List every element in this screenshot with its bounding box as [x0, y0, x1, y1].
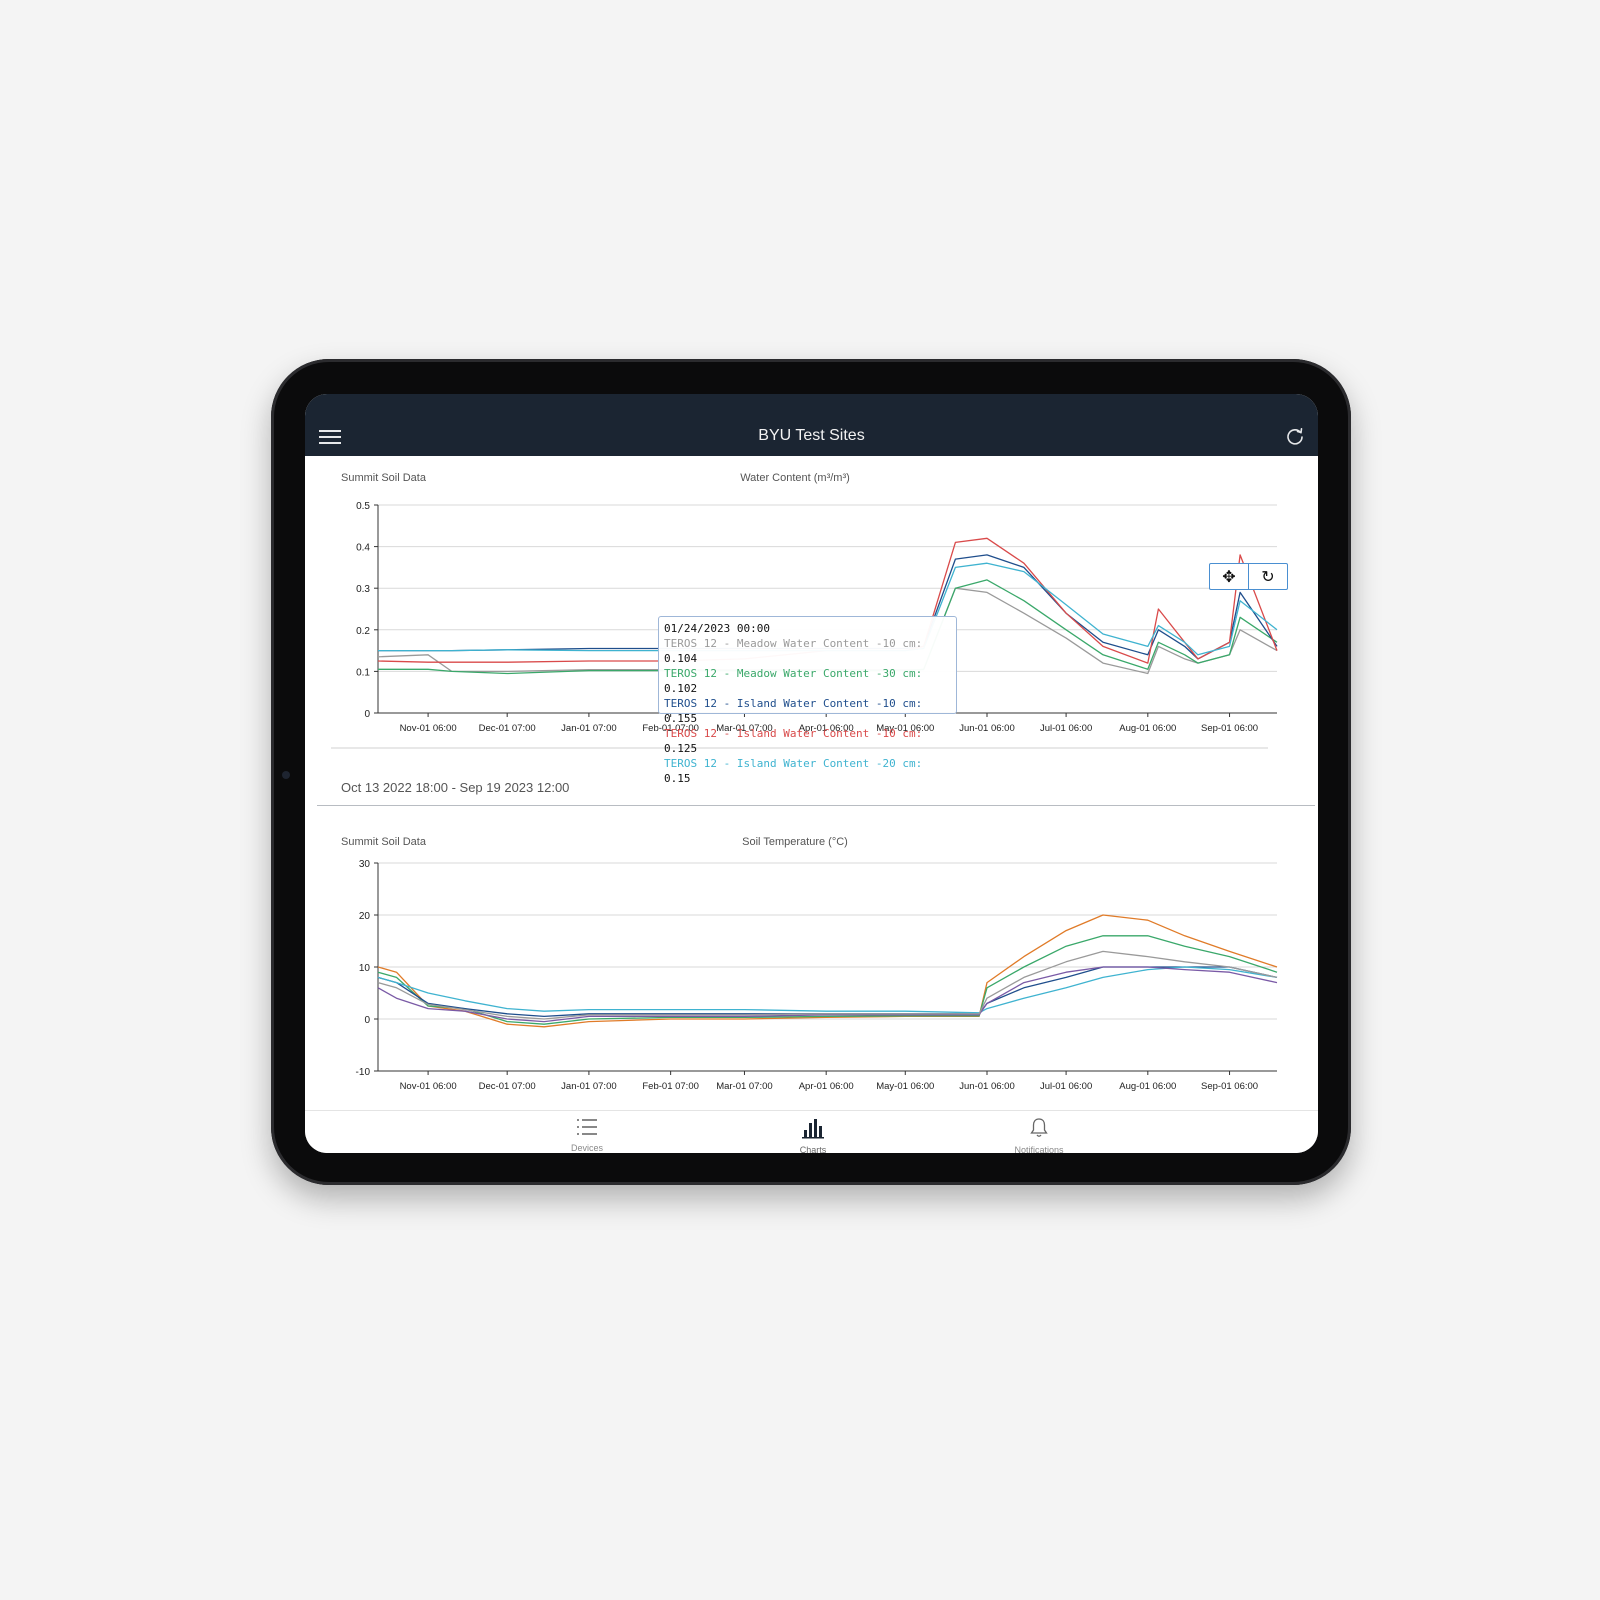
x-tick-label: Nov-01 06:00 [400, 1081, 457, 1092]
y-tick-label: 0 [364, 709, 370, 720]
tooltip-row: TEROS 12 - Island Water Content -20 cm: … [664, 756, 951, 786]
chart-toolbar: ✥ ↻ [1209, 563, 1288, 590]
refresh-icon[interactable] [1285, 426, 1305, 446]
tooltip-value: 0.104 [664, 652, 698, 665]
tooltip-value: 0.155 [664, 712, 698, 725]
temperature-panel: Summit Soil Data Soil Temperature (°C) -10… [305, 814, 1318, 1110]
chart-tooltip: 01/24/2023 00:00 TEROS 12 - Meadow Water… [658, 616, 957, 785]
tooltip-row: TEROS 12 - Island Water Content -10 cm: … [664, 696, 951, 726]
series-line [377, 966, 1278, 1014]
x-tick-label: Dec-01 07:00 [479, 1081, 536, 1092]
x-tick-label: Jan-01 07:00 [561, 1081, 616, 1092]
reset-zoom-icon[interactable]: ↻ [1249, 564, 1287, 589]
tab-devices[interactable]: Devices [527, 1117, 647, 1153]
chart-title: Water Content (m³/m³) [740, 472, 850, 484]
y-tick-label: 0 [364, 1015, 370, 1026]
bell-icon [1030, 1118, 1048, 1137]
y-tick-label: -10 [356, 1067, 371, 1078]
section-divider [317, 805, 1315, 806]
tooltip-row: TEROS 12 - Meadow Water Content -30 cm: … [664, 666, 951, 696]
tab-label: Devices [570, 1143, 603, 1153]
x-tick-label: Apr-01 06:00 [799, 1081, 854, 1092]
soil-temperature-chart: Summit Soil Data Soil Temperature (°C) -10… [341, 836, 1278, 1092]
tooltip-row: TEROS 12 - Island Water Content -10 cm: … [664, 726, 951, 756]
top-bar: BYU Test Sites [305, 394, 1318, 456]
x-tick-label: Jan-01 07:00 [561, 723, 616, 734]
chart-site-label: Summit Soil Data [341, 472, 427, 484]
y-tick-label: 0.4 [356, 543, 370, 554]
app-screen: BYU Test Sites Summit Soil Data Water Con… [305, 394, 1318, 1153]
tab-notifications[interactable]: Notifications [979, 1117, 1099, 1153]
tooltip-label: TEROS 12 - Island Water Content -20 cm: [664, 757, 923, 770]
tab-label: Charts [799, 1145, 827, 1153]
x-tick-label: Sep-01 06:00 [1201, 1081, 1258, 1092]
x-tick-label: Mar-01 07:00 [716, 1081, 773, 1092]
tooltip-label: TEROS 12 - Meadow Water Content -30 cm: [664, 667, 923, 680]
bottom-tab-bar: Devices Charts Notifications [305, 1110, 1318, 1153]
tooltip-value: 0.125 [664, 742, 698, 755]
tab-charts[interactable]: Charts [753, 1117, 873, 1153]
tooltip-label: TEROS 12 - Island Water Content -10 cm: [664, 727, 923, 740]
tooltip-label: TEROS 12 - Island Water Content -10 cm: [664, 697, 923, 710]
x-tick-label: Jul-01 06:00 [1040, 1081, 1092, 1092]
bar-chart-icon [802, 1119, 824, 1139]
x-tick-label: Feb-01 07:00 [642, 1081, 699, 1092]
y-tick-label: 10 [359, 963, 371, 974]
pan-icon[interactable]: ✥ [1210, 564, 1249, 589]
list-icon [577, 1119, 597, 1135]
tooltip-label: TEROS 12 - Meadow Water Content -10 cm: [664, 637, 923, 650]
x-tick-label: Nov-01 06:00 [400, 723, 457, 734]
water-content-panel: Summit Soil Data Water Content (m³/m³) 0 0.… [305, 456, 1318, 806]
tooltip-date: 01/24/2023 00:00 [664, 622, 770, 635]
x-tick-label: Aug-01 06:00 [1119, 723, 1176, 734]
chart-title: Soil Temperature (°C) [742, 836, 848, 848]
x-tick-label: Jun-01 06:00 [959, 1081, 1014, 1092]
y-tick-label: 0.2 [356, 626, 370, 637]
page-title: BYU Test Sites [758, 427, 865, 444]
x-tick-label: Jul-01 06:00 [1040, 723, 1092, 734]
y-tick-label: 30 [359, 859, 371, 870]
tooltip-value: 0.102 [664, 682, 698, 695]
tooltip-row: TEROS 12 - Meadow Water Content -10 cm: … [664, 636, 951, 666]
y-tick-label: 20 [359, 911, 371, 922]
x-tick-label: May-01 06:00 [876, 1081, 934, 1092]
x-tick-label: Jun-01 06:00 [959, 723, 1014, 734]
x-tick-label: Aug-01 06:00 [1119, 1081, 1176, 1092]
y-tick-label: 0.3 [356, 584, 370, 595]
date-range: Oct 13 2022 18:00 - Sep 19 2023 12:00 [341, 780, 570, 795]
tooltip-value: 0.15 [664, 772, 691, 785]
x-tick-label: Sep-01 06:00 [1201, 723, 1258, 734]
y-tick-label: 0.1 [356, 667, 370, 678]
chart-site-label: Summit Soil Data [341, 836, 427, 848]
y-tick-label: 0.5 [356, 501, 370, 512]
x-tick-label: Dec-01 07:00 [479, 723, 536, 734]
tab-label: Notifications [1014, 1145, 1064, 1153]
camera-dot [282, 771, 290, 779]
